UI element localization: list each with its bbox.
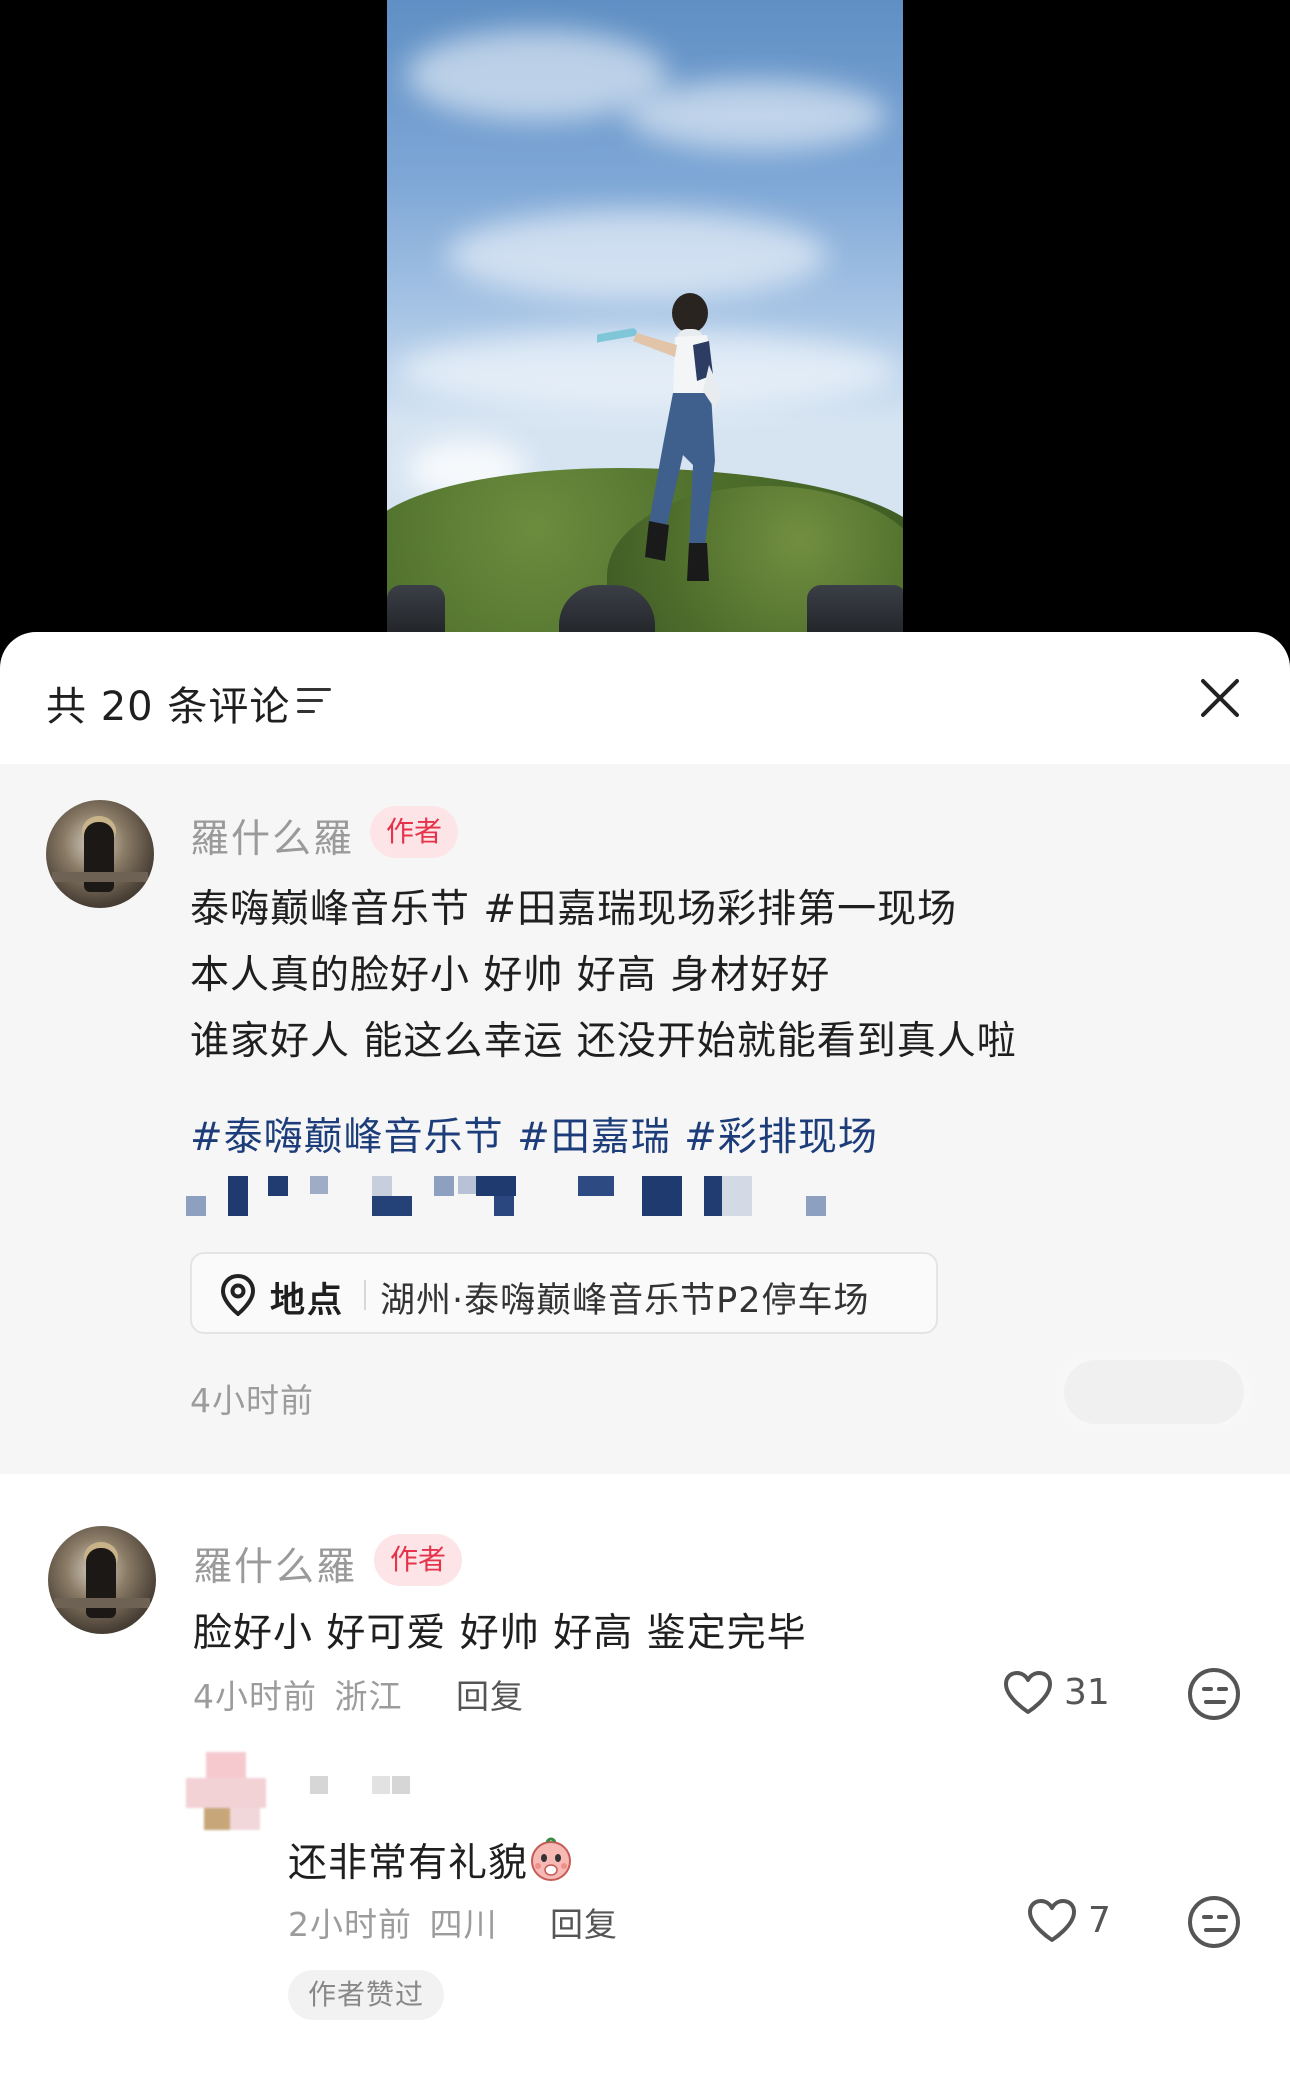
sort-icon[interactable] — [297, 688, 331, 714]
reply-button[interactable]: 回复 — [456, 1670, 524, 1718]
reply-region: 四川 — [429, 1905, 498, 1944]
post-line-2: 本人真的脸好小 好帅 好高 身材好好 — [190, 953, 831, 998]
reply-author-name-blurred[interactable] — [310, 1776, 420, 1796]
location-pin-icon — [220, 1274, 256, 1316]
author-liked-badge: 作者赞过 — [288, 1970, 445, 2020]
post-hashtags[interactable]: #泰嗨巅峰音乐节 #田嘉瑞 #彩排现场 — [190, 1106, 878, 1162]
author-tag: 作者 — [370, 806, 459, 858]
cute-face-emoji-icon — [528, 1836, 574, 1882]
comment-region: 浙江 — [334, 1677, 403, 1716]
location-divider — [364, 1280, 366, 1310]
like-heart-icon[interactable] — [1002, 1670, 1054, 1716]
close-icon[interactable] — [1198, 676, 1242, 720]
blurred-action — [1064, 1360, 1244, 1424]
reply-avatar[interactable] — [186, 1752, 266, 1832]
post-line-1: 泰嗨巅峰音乐节 #田嘉瑞现场彩排第一现场 — [190, 887, 958, 932]
comment-time: 4小时前 — [193, 1677, 317, 1716]
reply-text-content: 还非常有礼貌 — [288, 1841, 529, 1886]
post-line-3: 谁家好人 能这么幸运 还没开始就能看到真人啦 — [190, 1019, 1017, 1064]
comments-count-title: 共 20 条评论 — [46, 684, 291, 730]
location-chip[interactable]: 地点 湖州·泰嗨巅峰音乐节P2停车场 — [190, 1252, 938, 1334]
comment-author-tag: 作者 — [374, 1534, 463, 1586]
video-player[interactable] — [0, 0, 1290, 660]
reply-text: 还非常有礼貌 — [288, 1832, 574, 1888]
reply-like-count: 7 — [1088, 1900, 1111, 1941]
blurred-mentions — [186, 1174, 836, 1220]
reply-reply-button[interactable]: 回复 — [550, 1898, 618, 1946]
comment-avatar[interactable] — [48, 1526, 156, 1634]
video-frame[interactable] — [387, 0, 903, 640]
comment-text: 脸好小 好可爱 好帅 好高 鉴定完毕 — [193, 1611, 807, 1656]
location-label: 地点 — [270, 1281, 345, 1321]
avatar[interactable] — [46, 800, 154, 908]
reply-like-heart-icon[interactable] — [1026, 1898, 1078, 1944]
like-count: 31 — [1064, 1672, 1110, 1713]
comment-author-name[interactable]: 羅什么羅 — [193, 1536, 357, 1592]
location-value: 湖州·泰嗨巅峰音乐节P2停车场 — [380, 1281, 870, 1321]
comments-header: 共 20 条评论 — [0, 632, 1290, 764]
dislike-face-icon[interactable] — [1188, 1668, 1240, 1720]
reply-time: 2小时前 — [288, 1905, 412, 1944]
reply-dislike-face-icon[interactable] — [1188, 1896, 1240, 1948]
post-time: 4小时前 — [190, 1381, 314, 1420]
author-name[interactable]: 羅什么羅 — [190, 808, 354, 864]
